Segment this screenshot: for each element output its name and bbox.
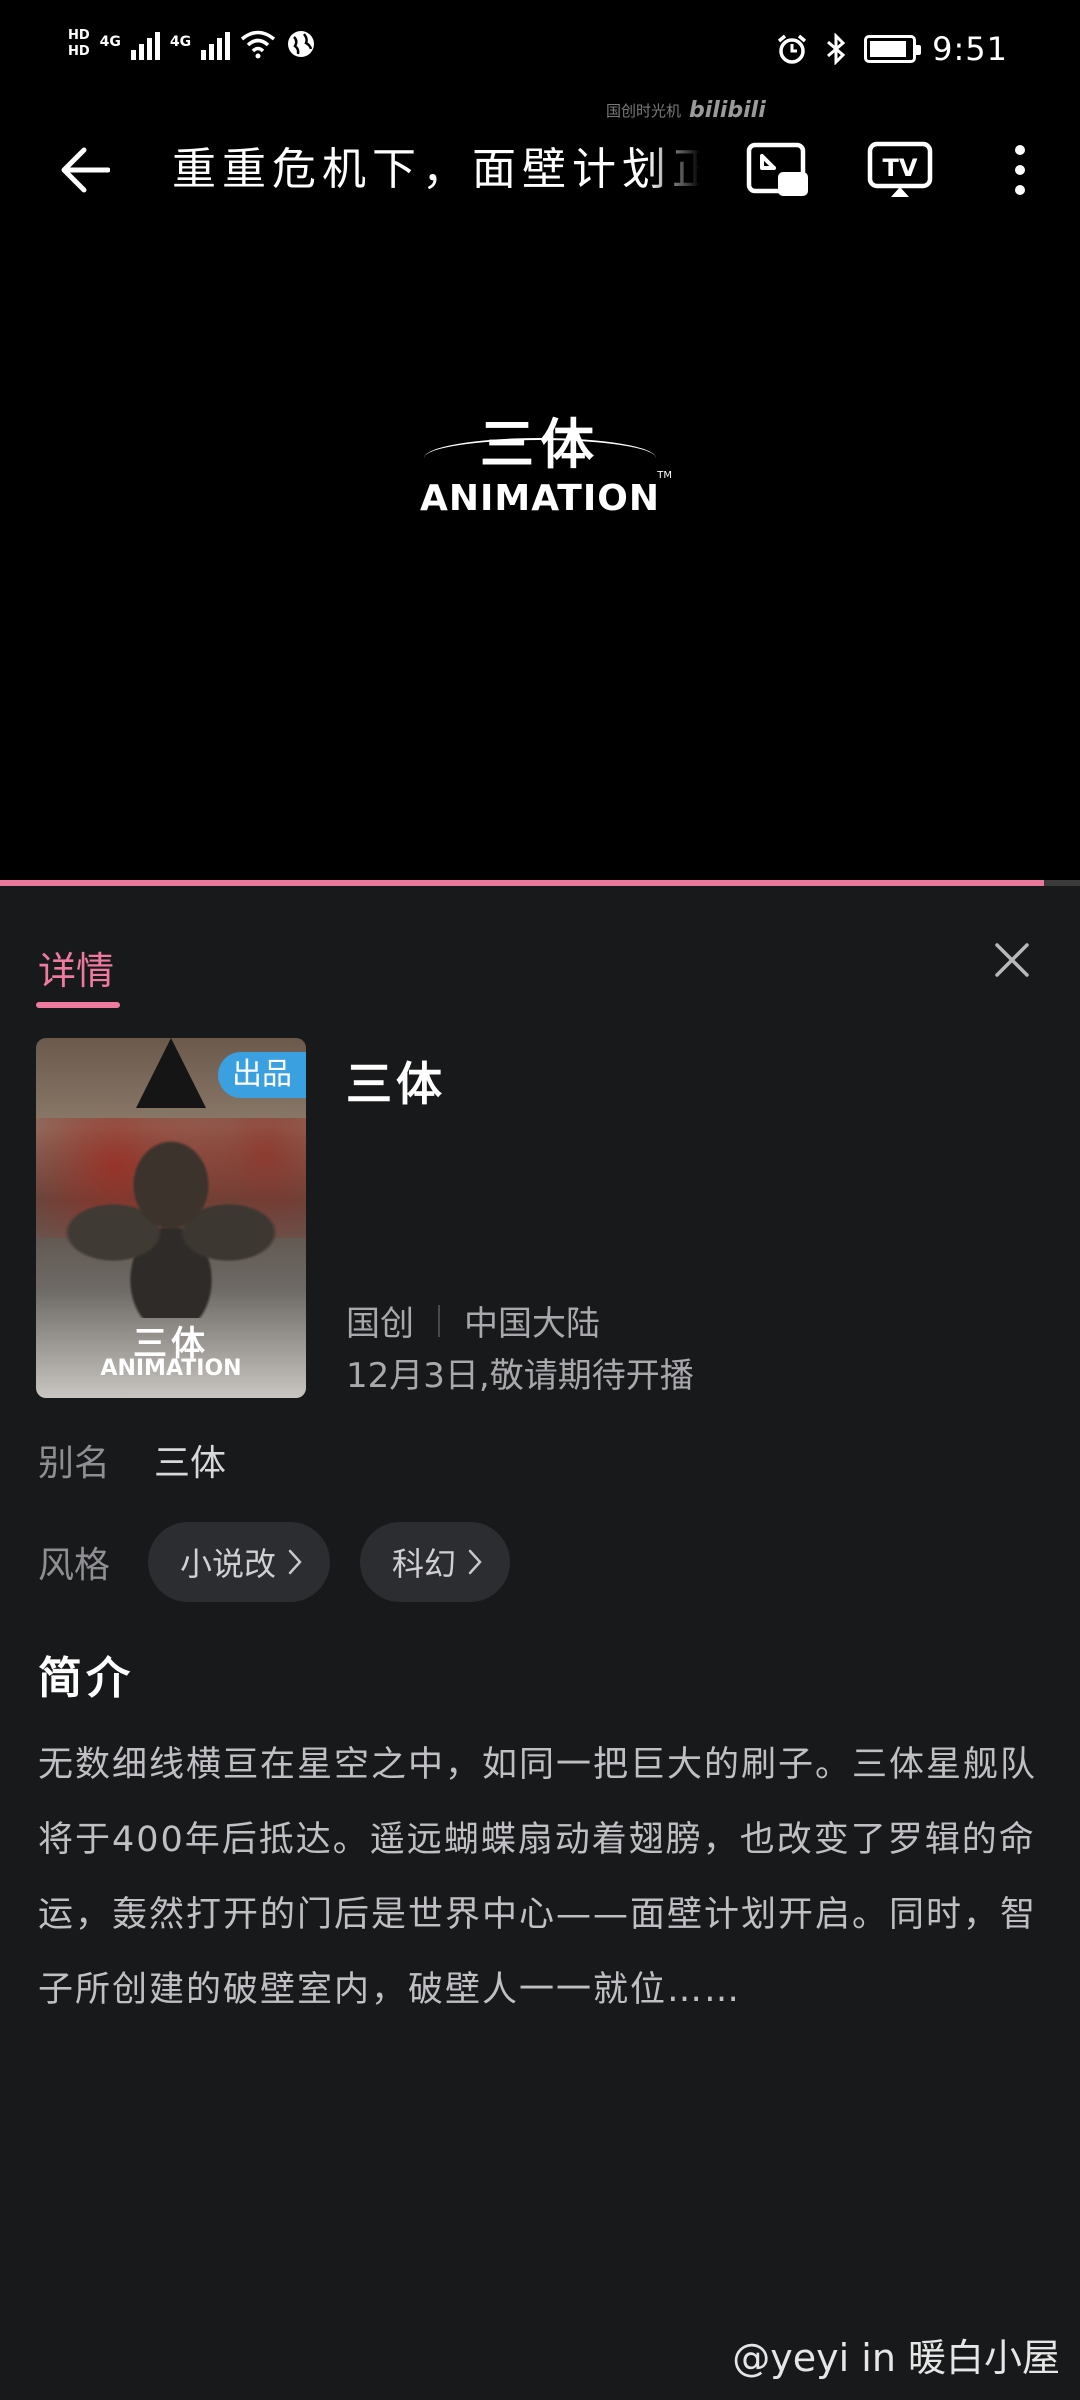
intro-text: 无数细线横亘在星空之中，如同一把巨大的刷子。三体星舰队将于400年后抵达。遥远蝴… <box>38 1745 1038 2010</box>
status-right: 9:51 <box>776 30 1008 68</box>
alias-label: 别名 <box>38 1443 111 1484</box>
alarm-icon <box>778 34 807 64</box>
chevron-right-icon <box>468 1549 482 1575</box>
battery-icon <box>864 35 922 63</box>
video-player[interactable]: HD HD 4G 4G 9:51 国创时光机 bilibili 重重危机下，面壁… <box>0 0 1080 886</box>
wifi-icon <box>241 30 276 59</box>
style-label: 风格 <box>38 1545 111 1586</box>
poster-title-en: ANIMATION <box>100 1356 242 1381</box>
picture-in-picture-icon <box>746 142 808 196</box>
three-body-animation-logo: 三体 ANIMATION TM <box>400 400 680 540</box>
tag-label: 科幻 <box>392 1545 457 1583</box>
globe-icon <box>288 31 315 57</box>
status-left: HD HD 4G 4G <box>68 28 316 60</box>
tab-indicator <box>36 1002 120 1008</box>
signal-icon <box>130 28 160 60</box>
detail-panel: 详情 出品 三体 ANIMATION 三体 国创 中国大陆 12月3日,敬请期待… <box>0 886 1080 2400</box>
player-title-bar: 重重危机下，面壁计划正式启动 TV <box>0 120 1080 220</box>
svg-text:TV: TV <box>883 154 918 182</box>
produced-badge: 出品 <box>218 1052 306 1098</box>
meta-divider <box>438 1304 440 1337</box>
signal-icon <box>201 28 231 60</box>
hd-bottom-label: HD <box>68 44 90 59</box>
show-title: 三体 <box>346 1057 446 1111</box>
back-button[interactable] <box>52 138 116 202</box>
hd-top-label: HD <box>68 28 90 43</box>
category-label: 国创 <box>346 1304 414 1344</box>
bluetooth-icon <box>827 33 846 65</box>
logo-tm: TM <box>657 470 672 481</box>
chevron-right-icon <box>288 1549 302 1575</box>
cast-to-tv-button[interactable]: TV <box>864 134 936 206</box>
credit-watermark: @yeyi in 暖白小屋 <box>732 2336 1060 2380</box>
tab-detail[interactable]: 详情 <box>38 940 114 995</box>
tag-chip-novel-adaptation[interactable]: 小说改 <box>148 1522 331 1602</box>
style-row: 风格 小说改 科幻 <box>38 1522 540 1602</box>
region-label: 中国大陆 <box>464 1304 600 1344</box>
tv-cast-icon: TV <box>867 141 933 197</box>
alias-value: 三体 <box>154 1443 227 1484</box>
poster-image[interactable]: 出品 三体 ANIMATION <box>36 1038 306 1398</box>
back-arrow-icon <box>61 147 110 193</box>
intro-heading: 简介 <box>38 1653 134 1704</box>
logo-en: ANIMATION <box>420 478 660 519</box>
show-meta: 国创 中国大陆 <box>346 1296 600 1345</box>
status-time: 9:51 <box>932 30 1008 68</box>
watermark-text: 国创时光机 <box>606 102 682 120</box>
network-type-1: 4G <box>99 34 121 50</box>
more-vertical-icon <box>1015 145 1025 195</box>
status-bar: HD HD 4G 4G 9:51 <box>0 0 1080 100</box>
hd-voice-indicator: HD HD <box>68 28 90 60</box>
more-options-button[interactable] <box>984 134 1056 206</box>
close-panel-button[interactable] <box>980 928 1044 992</box>
network-type-2: 4G <box>169 34 192 50</box>
release-note: 12月3日,敬请期待开播 <box>346 1356 694 1396</box>
tag-chip-sci-fi[interactable]: 科幻 <box>360 1522 511 1602</box>
alias-row: 别名 三体 <box>38 1434 226 1486</box>
pip-button[interactable] <box>742 134 814 206</box>
close-icon <box>995 943 1029 977</box>
tag-label: 小说改 <box>180 1545 277 1583</box>
video-title: 重重危机下，面壁计划正式启动 <box>172 144 700 195</box>
